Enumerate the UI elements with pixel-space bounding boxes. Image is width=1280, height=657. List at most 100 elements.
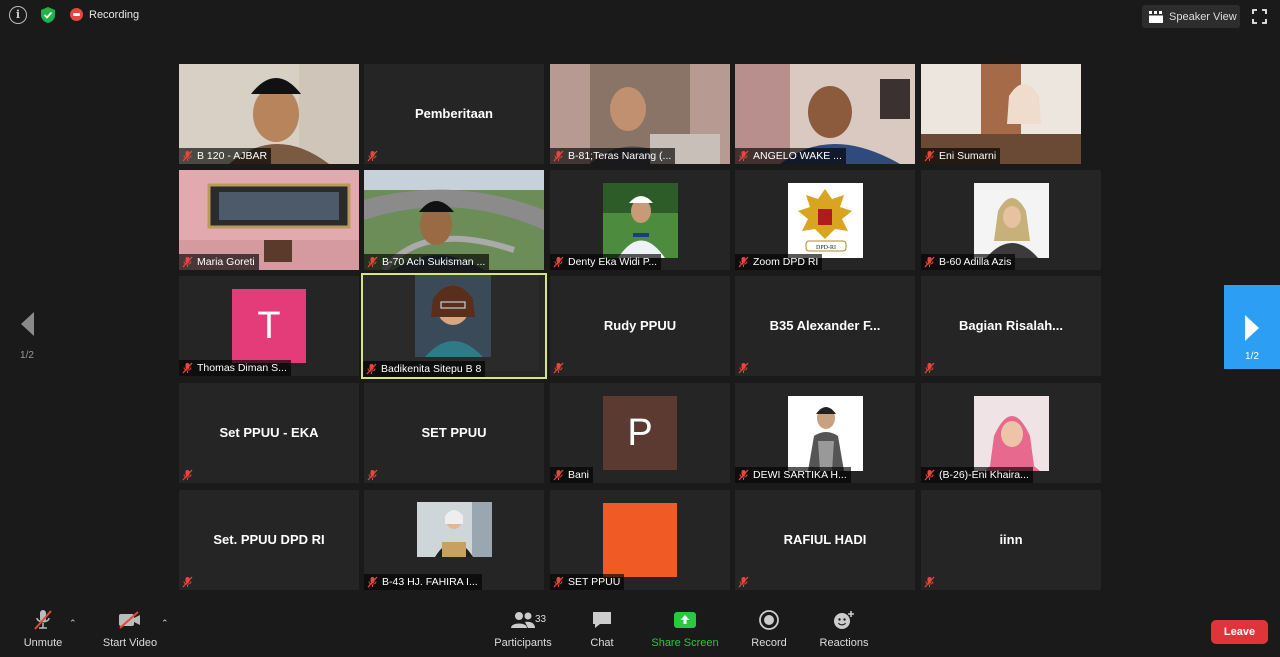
participant-tile[interactable]: iinn (921, 490, 1101, 590)
mic-muted-icon (924, 469, 935, 481)
shield-icon[interactable] (38, 5, 58, 25)
participant-tile[interactable]: Denty Eka Widi P... (550, 170, 730, 270)
participants-button[interactable]: 33 Participants (492, 605, 554, 649)
mic-muted-icon (553, 256, 564, 268)
participant-name: Eni Sumarni (939, 150, 997, 162)
participant-tile[interactable]: B-60 Adilla Azis (921, 170, 1101, 270)
participant-tile[interactable]: Set PPUU - EKA (179, 383, 359, 483)
previous-page-button[interactable]: 1/2 (12, 310, 42, 365)
unmute-button[interactable]: Unmute (14, 605, 72, 649)
participant-tile[interactable]: Pemberitaan (364, 64, 544, 164)
next-page-button[interactable]: 1/2 (1224, 285, 1280, 369)
mic-muted-icon (553, 469, 564, 481)
participant-name: Maria Goreti (197, 256, 255, 268)
participant-name-label: Thomas Diman S... (179, 360, 291, 376)
meeting-toolbar: Unmute ⌃ Start Video ⌃ 33 Participants C… (0, 605, 1280, 657)
participant-tile[interactable]: Rudy PPUU (550, 276, 730, 376)
profile-photo (974, 183, 1049, 258)
fullscreen-icon[interactable] (1252, 9, 1267, 24)
info-icon[interactable]: i (9, 6, 27, 24)
mic-muted-icon (738, 469, 749, 481)
participant-tile[interactable]: ANGELO WAKE ... (735, 64, 915, 164)
recording-indicator[interactable]: Recording (70, 8, 139, 21)
participant-tile[interactable]: DEWI SARTIKA H... (735, 383, 915, 483)
participant-name: (B-26)-Eni Khaira... (939, 469, 1029, 481)
participant-name-label: Badikenita Sitepu B 8 (363, 361, 486, 377)
participant-name: B-81;Teras Narang (... (568, 150, 672, 162)
participant-name-label: ANGELO WAKE ... (735, 148, 846, 164)
reactions-button[interactable]: Reactions (818, 605, 870, 649)
participant-name-label: B-70 Ach Sukisman ... (364, 254, 490, 270)
participant-name-label (179, 574, 197, 590)
record-button[interactable]: Record (748, 605, 790, 649)
participant-tile[interactable]: SET PPUU (364, 383, 544, 483)
participant-tile[interactable]: Bagian Risalah... (921, 276, 1101, 376)
participant-name-label (364, 467, 382, 483)
participant-tile[interactable]: Set. PPUU DPD RI (179, 490, 359, 590)
audio-options-chevron-icon[interactable]: ⌃ (69, 618, 77, 629)
participant-display-name: Set. PPUU DPD RI (213, 532, 325, 547)
grid-view-icon (1149, 10, 1163, 23)
participant-name: ANGELO WAKE ... (753, 150, 842, 162)
participant-tile[interactable]: Badikenita Sitepu B 8 (361, 273, 547, 379)
participant-tile[interactable]: T Thomas Diman S... (179, 276, 359, 376)
chevron-right-icon (1245, 315, 1259, 341)
participant-name-label (550, 360, 568, 376)
avatar-initial: P (627, 411, 653, 454)
participant-tile[interactable]: Eni Sumarni (921, 64, 1081, 164)
participant-tile[interactable]: P Bani (550, 383, 730, 483)
video-grid: B 120 - AJBAR Pemberitaan B-81;Teras Naran… (179, 64, 1102, 591)
participant-tile[interactable]: B-81;Teras Narang (... (550, 64, 730, 164)
record-icon (759, 610, 779, 630)
participant-tile[interactable]: B35 Alexander F... (735, 276, 915, 376)
page-indicator-left: 1/2 (20, 350, 34, 361)
mic-muted-icon (924, 576, 935, 588)
participant-name: B-43 HJ. FAHIRA I... (382, 576, 478, 588)
video-camera-off-icon (119, 611, 140, 629)
profile-photo (788, 396, 863, 471)
participant-tile[interactable]: B-70 Ach Sukisman ... (364, 170, 544, 270)
participant-tile[interactable]: Maria Goreti (179, 170, 359, 270)
mic-muted-icon (924, 150, 935, 162)
participant-tile[interactable]: DPD-RI Zoom DPD RI (735, 170, 915, 270)
avatar: T (232, 289, 306, 363)
participant-name-label: Denty Eka Widi P... (550, 254, 662, 270)
share-screen-label: Share Screen (651, 637, 719, 649)
top-bar: i Recording Speaker View (0, 0, 1280, 34)
participant-name-label: Zoom DPD RI (735, 254, 823, 270)
mic-muted-icon (553, 576, 564, 588)
participant-name: Denty Eka Widi P... (568, 256, 658, 268)
avatar (603, 503, 677, 577)
chat-button[interactable]: Chat (584, 605, 620, 649)
recording-icon (70, 8, 83, 21)
participant-name: B 120 - AJBAR (197, 150, 268, 162)
participant-name: B-70 Ach Sukisman ... (382, 256, 486, 268)
participant-name: Bani (568, 469, 590, 481)
participant-name-label (735, 360, 753, 376)
share-screen-button[interactable]: Share Screen (650, 605, 720, 649)
start-video-button[interactable]: Start Video (98, 605, 162, 649)
participant-tile[interactable]: SET PPUU (550, 490, 730, 590)
participant-name: B-60 Adilla Azis (939, 256, 1012, 268)
mic-muted-icon (182, 469, 193, 481)
participant-tile[interactable]: B 120 - AJBAR (179, 64, 359, 164)
participant-name-label: Maria Goreti (179, 254, 259, 270)
participant-display-name: Rudy PPUU (603, 318, 677, 333)
participant-display-name: SET PPUU (421, 425, 487, 440)
profile-photo (417, 502, 492, 557)
participant-name-label: (B-26)-Eni Khaira... (921, 467, 1033, 483)
reactions-label: Reactions (819, 637, 869, 649)
mic-muted-icon (367, 150, 378, 162)
participant-tile[interactable]: B-43 HJ. FAHIRA I... (364, 490, 544, 590)
reactions-icon (834, 611, 854, 629)
video-options-chevron-icon[interactable]: ⌃ (161, 618, 169, 629)
profile-photo (603, 183, 678, 258)
participant-display-name: Set PPUU - EKA (219, 425, 319, 440)
participant-tile[interactable]: RAFIUL HADI (735, 490, 915, 590)
participant-tile[interactable]: (B-26)-Eni Khaira... (921, 383, 1101, 483)
leave-button[interactable]: Leave (1211, 620, 1268, 644)
mic-muted-icon (738, 256, 749, 268)
speaker-view-button[interactable]: Speaker View (1142, 5, 1240, 28)
mic-muted-icon (367, 469, 378, 481)
mic-muted-icon (553, 150, 564, 162)
